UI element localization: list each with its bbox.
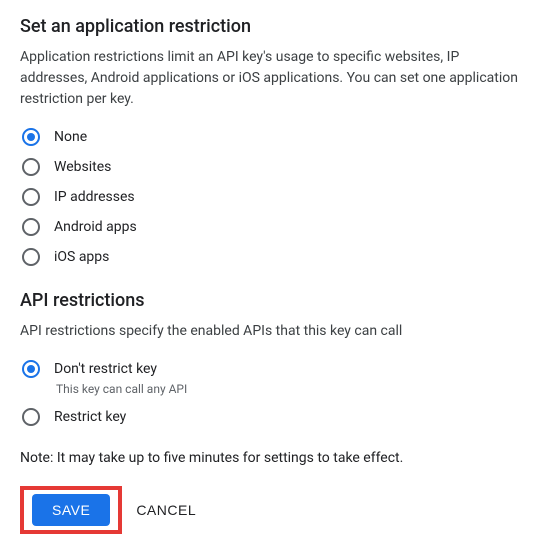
api-restriction-title: API restrictions [20, 290, 538, 311]
cancel-button[interactable]: CANCEL [136, 502, 196, 518]
save-highlight: SAVE [20, 486, 122, 534]
radio-label: Don't restrict key [54, 361, 157, 377]
radio-restrict-key[interactable]: Restrict key [22, 408, 538, 426]
app-restriction-radio-group: None Websites IP addresses Android apps … [20, 128, 538, 266]
radio-icon [22, 158, 40, 176]
radio-dont-restrict-key[interactable]: Don't restrict key [22, 360, 538, 378]
app-restriction-description: Application restrictions limit an API ke… [20, 47, 520, 110]
radio-icon [22, 248, 40, 266]
radio-ip-addresses[interactable]: IP addresses [22, 188, 538, 206]
radio-sublabel: This key can call any API [56, 382, 538, 396]
radio-label: Restrict key [54, 409, 126, 425]
radio-icon [22, 408, 40, 426]
api-restriction-description: API restrictions specify the enabled API… [20, 321, 520, 342]
radio-icon [22, 360, 40, 378]
radio-ios-apps[interactable]: iOS apps [22, 248, 538, 266]
radio-label: IP addresses [54, 189, 135, 205]
settings-note: Note: It may take up to five minutes for… [20, 450, 538, 466]
radio-none[interactable]: None [22, 128, 538, 146]
radio-websites[interactable]: Websites [22, 158, 538, 176]
save-button[interactable]: SAVE [32, 494, 110, 526]
radio-icon [22, 128, 40, 146]
radio-icon [22, 188, 40, 206]
radio-label: None [54, 129, 87, 145]
radio-label: Websites [54, 159, 111, 175]
radio-label: Android apps [54, 219, 137, 235]
radio-android-apps[interactable]: Android apps [22, 218, 538, 236]
button-row: SAVE CANCEL [20, 486, 538, 534]
radio-label: iOS apps [54, 249, 109, 265]
radio-icon [22, 218, 40, 236]
api-restriction-radio-group: Don't restrict key This key can call any… [20, 360, 538, 426]
app-restriction-title: Set an application restriction [20, 16, 538, 37]
